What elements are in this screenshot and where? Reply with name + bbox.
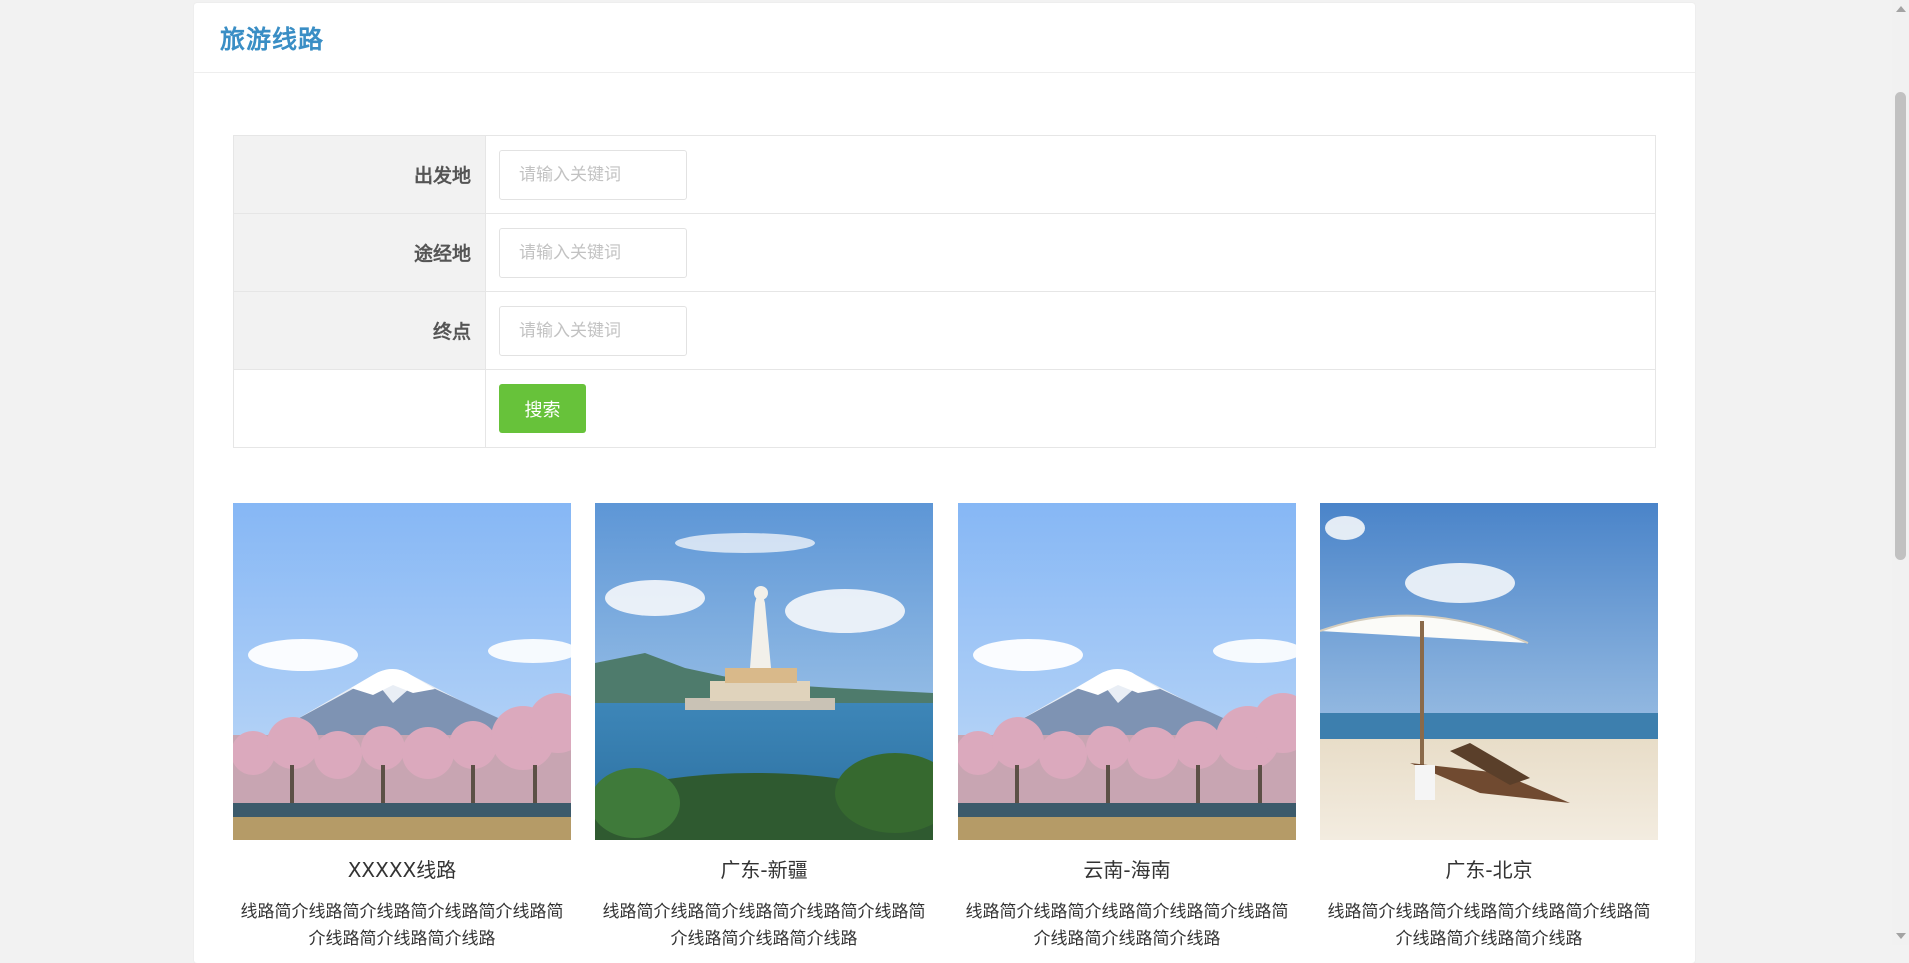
form-row-via: 途经地 (233, 213, 1656, 292)
scroll-thumb[interactable] (1895, 92, 1906, 560)
scroll-up-icon[interactable] (1896, 6, 1906, 12)
route-card[interactable]: 云南-海南 线路简介线路简介线路简介线路简介线路简介线路简介线路简介线路 (958, 503, 1296, 953)
page-title: 旅游线路 (220, 24, 325, 54)
routes-panel: 旅游线路 出发地 途经地 终点 搜索 (194, 3, 1695, 963)
mountain-blossom-photo[interactable] (233, 503, 571, 840)
panel-header: 旅游线路 (194, 3, 1695, 73)
page-scrollbar[interactable] (1892, 0, 1909, 945)
form-row-actions: 搜索 (233, 369, 1656, 448)
form-row-departure: 出发地 (233, 135, 1656, 214)
route-name[interactable]: 广东-新疆 (595, 858, 933, 882)
route-card[interactable]: 广东-新疆 线路简介线路简介线路简介线路简介线路简介线路简介线路简介线路 (595, 503, 933, 953)
departure-label: 出发地 (233, 135, 486, 214)
form-row-destination: 终点 (233, 291, 1656, 370)
scroll-down-icon[interactable] (1896, 933, 1906, 939)
search-button[interactable]: 搜索 (499, 384, 586, 433)
route-name[interactable]: 广东-北京 (1320, 858, 1658, 882)
mountain-blossom-photo[interactable] (958, 503, 1296, 840)
departure-input[interactable] (499, 149, 687, 200)
beach-umbrella-photo[interactable] (1320, 503, 1658, 840)
route-card[interactable]: XXXXX线路 线路简介线路简介线路简介线路简介线路简介线路简介线路简介线路 (233, 503, 571, 953)
via-input[interactable] (499, 227, 687, 278)
destination-input[interactable] (499, 305, 687, 356)
route-name[interactable]: 云南-海南 (958, 858, 1296, 882)
route-search-form: 出发地 途经地 终点 搜索 (233, 135, 1656, 448)
guanyin-statue-island-photo[interactable] (595, 503, 933, 840)
via-label: 途经地 (233, 213, 486, 292)
destination-label: 终点 (233, 291, 486, 370)
route-name[interactable]: XXXXX线路 (233, 858, 571, 882)
route-card[interactable]: 广东-北京 线路简介线路简介线路简介线路简介线路简介线路简介线路简介线路 (1320, 503, 1658, 953)
